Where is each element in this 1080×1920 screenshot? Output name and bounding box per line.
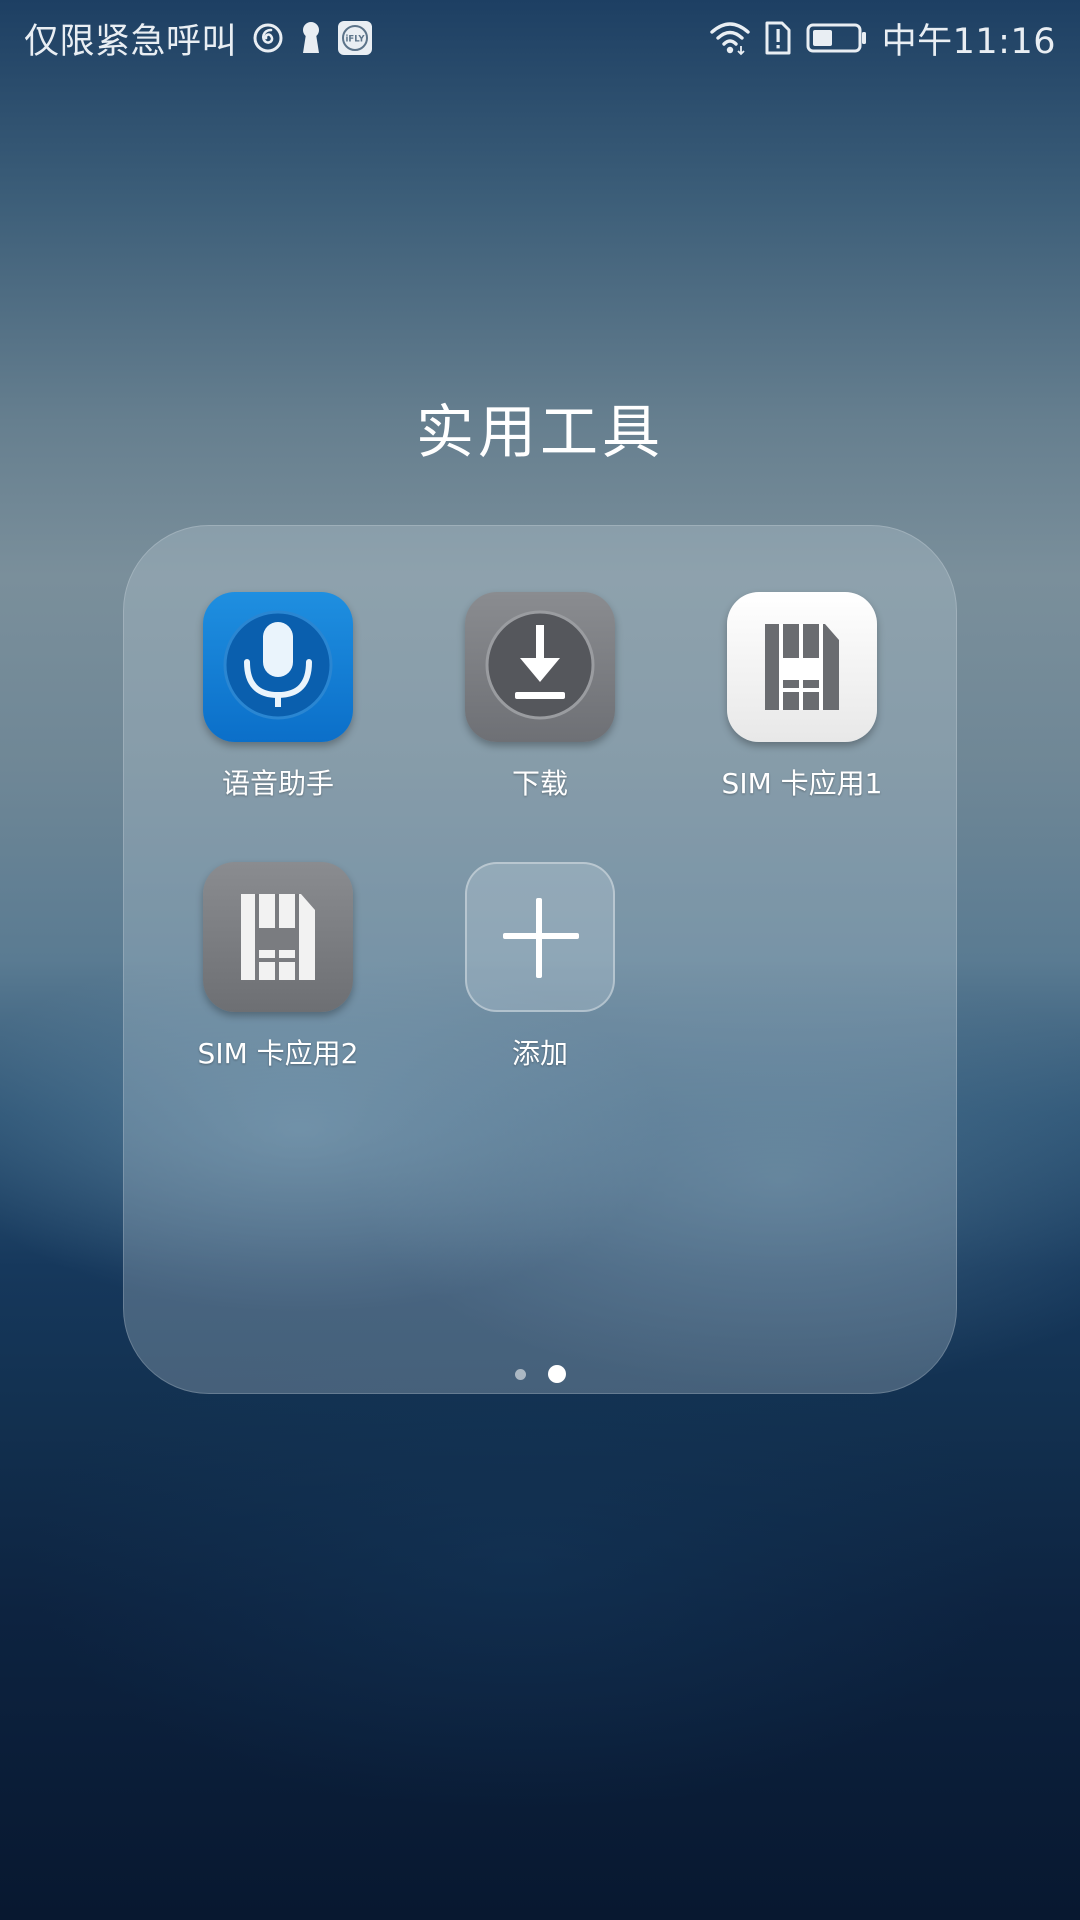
add-app-button[interactable]: 添加: [425, 862, 655, 1072]
page-dot-2-active[interactable]: [547, 1365, 566, 1383]
sim-card-icon[interactable]: [203, 862, 353, 1012]
sim-alert-icon: [764, 20, 792, 56]
wifi-icon: [709, 20, 750, 56]
carrier-status-text: 仅限紧急呼叫: [24, 21, 238, 62]
app-voice-assistant[interactable]: 语音助手: [163, 592, 393, 802]
page-dot-1[interactable]: [514, 1368, 526, 1380]
download-icon[interactable]: [465, 592, 615, 742]
plus-icon[interactable]: [465, 862, 615, 1012]
app-sim-toolkit-1[interactable]: SIM 卡应用1: [687, 592, 917, 802]
microphone-icon[interactable]: [203, 592, 353, 742]
app-label: 语音助手: [221, 767, 334, 800]
app-label: 下载: [511, 767, 568, 800]
page-indicator: [0, 1365, 1080, 1383]
keyhole-icon: [299, 20, 323, 56]
netease-music-icon: [251, 21, 285, 55]
app-label: 添加: [511, 1037, 568, 1070]
battery-icon: [806, 23, 868, 53]
sim-card-icon[interactable]: [727, 592, 877, 742]
clock-time: 中午11:16: [881, 21, 1056, 62]
app-download[interactable]: 下载: [425, 592, 655, 802]
status-bar-left: 仅限紧急呼叫 iFLY: [24, 12, 373, 64]
ifly-badge-text: iFLY: [346, 35, 366, 45]
app-label: SIM 卡应用1: [721, 767, 883, 800]
app-label: SIM 卡应用2: [197, 1037, 359, 1070]
status-bar: 仅限紧急呼叫 iFLY 中午11:16: [0, 0, 1080, 76]
app-sim-toolkit-2[interactable]: SIM 卡应用2: [163, 862, 393, 1072]
folder-title[interactable]: 实用工具: [0, 385, 1080, 469]
ifly-icon: iFLY: [337, 20, 373, 56]
status-bar-right: 中午11:16: [709, 12, 1056, 64]
